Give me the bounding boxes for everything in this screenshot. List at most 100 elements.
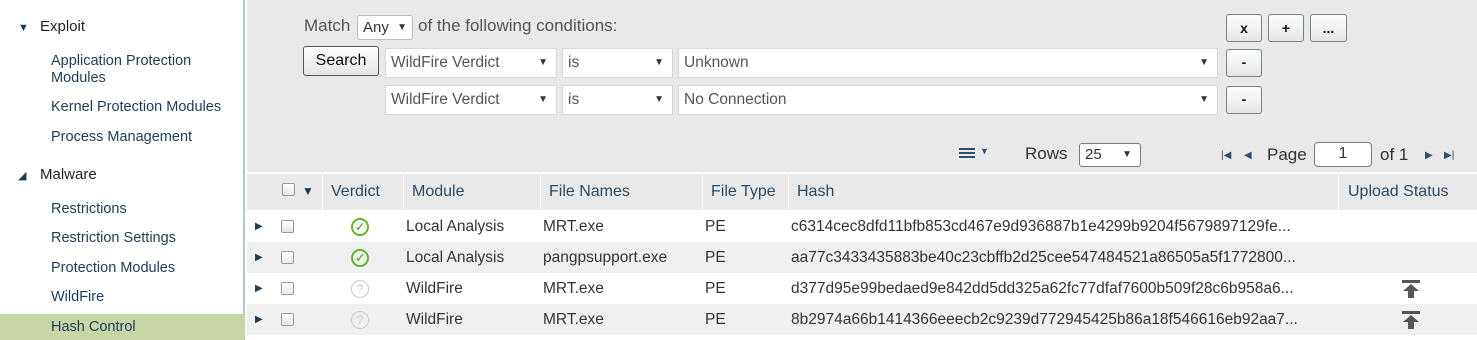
first-page-icon[interactable]: |◀ xyxy=(1221,150,1231,161)
previous-page-icon[interactable]: ◀ xyxy=(1244,150,1252,161)
chevron-down-icon: ▼ xyxy=(1199,57,1209,68)
column-header-verdict[interactable]: Verdict xyxy=(322,174,403,210)
module-cell: Local Analysis xyxy=(406,218,505,235)
expand-row-icon[interactable]: ▶ xyxy=(255,252,263,263)
sidebar-item-hash-control[interactable]: Hash Control xyxy=(0,314,245,340)
sidebar-item-protection-modules[interactable]: Protection Modules xyxy=(51,260,175,277)
sidebar-item-restrictions[interactable]: Restrictions xyxy=(51,201,127,218)
file-type-cell: PE xyxy=(705,311,726,328)
page-label: Page xyxy=(1267,145,1307,164)
condition-operator-value: is xyxy=(568,91,580,108)
sidebar-item-label: Hash Control xyxy=(51,319,136,335)
sidebar-item-process-management[interactable]: Process Management xyxy=(51,129,192,146)
module-cell: WildFire xyxy=(406,311,463,328)
row-checkbox[interactable] xyxy=(281,220,294,233)
sidebar-item-application-protection-modules[interactable]: Application Protection Modules xyxy=(51,53,231,87)
add-condition-button[interactable]: + xyxy=(1268,14,1304,42)
file-name-cell: MRT.exe xyxy=(543,280,604,297)
select-all-checkbox[interactable] xyxy=(282,183,295,196)
table-row[interactable]: ▶ ✓ Local Analysis pangpsupport.exe PE a… xyxy=(247,242,1477,273)
chevron-down-icon: ▼ xyxy=(654,94,664,105)
file-name-cell: MRT.exe xyxy=(543,311,604,328)
module-cell: WildFire xyxy=(406,280,463,297)
condition-operator-select[interactable]: is ▼ xyxy=(562,48,673,78)
row-checkbox[interactable] xyxy=(281,251,294,264)
hash-cell: 8b2974a66b1414366eeecb2c9239d772945425b8… xyxy=(791,311,1298,328)
table-row[interactable]: ▶ ? WildFire MRT.exe PE d377d95e99bedaed… xyxy=(247,273,1477,304)
page-total-label: of 1 xyxy=(1380,145,1409,164)
column-header-upload-status[interactable]: Upload Status xyxy=(1338,174,1477,210)
benign-check-icon: ✓ xyxy=(351,249,369,267)
condition-operator-value: is xyxy=(568,54,580,71)
upload-icon[interactable] xyxy=(1401,310,1421,330)
chevron-down-icon: ▼ xyxy=(654,57,664,68)
sort-down-icon[interactable]: ▼ xyxy=(302,184,314,198)
search-button[interactable]: Search xyxy=(303,46,379,76)
hash-cell: d377d95e99bedaed9e842dd5dd325a62fc77dfaf… xyxy=(791,280,1294,297)
file-type-cell: PE xyxy=(705,249,726,266)
match-value: Any xyxy=(363,19,389,36)
remove-condition-button[interactable]: - xyxy=(1226,86,1262,114)
file-name-cell: pangpsupport.exe xyxy=(543,249,668,266)
unknown-question-icon: ? xyxy=(351,311,369,329)
list-menu-icon[interactable]: ▼ xyxy=(959,146,993,162)
condition-field-value: WildFire Verdict xyxy=(391,54,500,71)
sidebar-group-label: Exploit xyxy=(40,18,86,35)
row-checkbox[interactable] xyxy=(281,282,294,295)
more-options-button[interactable]: ... xyxy=(1310,14,1347,42)
expand-row-icon[interactable]: ▶ xyxy=(255,221,263,232)
column-header-file-names[interactable]: File Names xyxy=(540,174,702,210)
condition-field-value: WildFire Verdict xyxy=(391,91,500,108)
column-header-module[interactable]: Module xyxy=(403,174,540,210)
match-suffix: of the following conditions: xyxy=(418,16,618,35)
sidebar-group-malware[interactable]: ◢ Malware xyxy=(0,166,97,183)
sidebar-group-exploit[interactable]: ▼ Exploit xyxy=(0,18,85,35)
chevron-down-icon: ▼ xyxy=(538,94,548,105)
condition-field-select[interactable]: WildFire Verdict ▼ xyxy=(385,85,557,115)
sidebar-item-kernel-protection-modules[interactable]: Kernel Protection Modules xyxy=(51,99,221,116)
chevron-down-icon: ▼ xyxy=(397,22,407,33)
match-prefix: Match xyxy=(304,16,351,35)
filter-panel: Match Any ▼ of the following conditions:… xyxy=(247,0,1477,172)
hash-cell: aa77c3433435883be40c23cbffb2d25cee547484… xyxy=(791,249,1296,266)
remove-all-button[interactable]: x xyxy=(1226,14,1262,42)
sidebar-item-restriction-settings[interactable]: Restriction Settings xyxy=(51,230,176,247)
next-page-icon[interactable]: ▶ xyxy=(1425,150,1433,161)
condition-value-select[interactable]: No Connection ▼ xyxy=(678,85,1218,115)
chevron-down-icon: ▼ xyxy=(538,57,548,68)
chevron-down-icon: ▼ xyxy=(1199,94,1209,105)
row-checkbox[interactable] xyxy=(281,313,294,326)
expand-row-icon[interactable]: ▶ xyxy=(255,283,263,294)
hash-cell: c6314cec8dfd11bfb853cd467e9d936887b1e429… xyxy=(791,218,1291,235)
remove-condition-button[interactable]: - xyxy=(1226,49,1262,77)
rows-label: Rows xyxy=(1025,144,1068,163)
table-row[interactable]: ▶ ? WildFire MRT.exe PE 8b2974a66b141436… xyxy=(247,304,1477,335)
condition-value: Unknown xyxy=(684,54,749,71)
triangle-down-icon: ▼ xyxy=(18,22,29,34)
sidebar-group-label: Malware xyxy=(40,166,97,183)
condition-operator-select[interactable]: is ▼ xyxy=(562,85,673,115)
chevron-down-icon: ▼ xyxy=(1122,149,1132,160)
last-page-icon[interactable]: ▶| xyxy=(1444,150,1454,161)
file-type-cell: PE xyxy=(705,218,726,235)
page-number-input[interactable]: 1 xyxy=(1314,142,1372,167)
file-name-cell: MRT.exe xyxy=(543,218,604,235)
expand-row-icon[interactable]: ▶ xyxy=(255,314,263,325)
module-cell: Local Analysis xyxy=(406,249,505,266)
match-select[interactable]: Any ▼ xyxy=(357,15,413,40)
table-row[interactable]: ▶ ✓ Local Analysis MRT.exe PE c6314cec8d… xyxy=(247,211,1477,242)
column-header-file-type[interactable]: File Type xyxy=(702,174,788,210)
column-header-hash[interactable]: Hash xyxy=(788,174,1338,210)
file-type-cell: PE xyxy=(705,280,726,297)
condition-value: No Connection xyxy=(684,91,787,108)
sidebar: ▼ Exploit Application Protection Modules … xyxy=(0,0,245,340)
benign-check-icon: ✓ xyxy=(351,218,369,236)
sidebar-item-wildfire[interactable]: WildFire xyxy=(51,289,104,306)
rows-value: 25 xyxy=(1085,146,1102,163)
upload-icon[interactable] xyxy=(1401,279,1421,299)
condition-value-select[interactable]: Unknown ▼ xyxy=(678,48,1218,78)
main-panel: Match Any ▼ of the following conditions:… xyxy=(247,0,1477,340)
condition-field-select[interactable]: WildFire Verdict ▼ xyxy=(385,48,557,78)
rows-select[interactable]: 25 ▼ xyxy=(1079,143,1141,167)
table-header: ▼ Verdict Module File Names File Type Ha… xyxy=(247,174,1477,210)
